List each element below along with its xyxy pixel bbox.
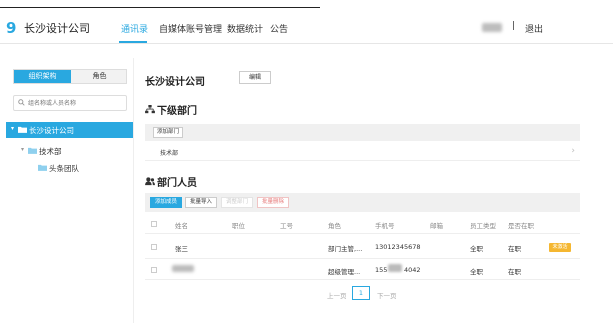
sub-dept-name: 技术部 — [160, 150, 179, 157]
table-divider — [145, 258, 580, 259]
expand-arrow-icon[interactable]: ▾ — [21, 146, 24, 153]
nav-active-indicator — [119, 41, 147, 43]
tree-item-label: 技术部 — [39, 147, 62, 156]
main-panel: 长沙设计公司 编辑 下级部门 添加部门 — [135, 58, 613, 323]
member-phone-redacted — [388, 264, 402, 272]
nav-announcements[interactable]: 公告 — [270, 22, 288, 35]
tree-item-company[interactable]: ▾ 长沙设计公司 — [6, 122, 133, 138]
member-type: 全职 — [470, 268, 483, 276]
col-header-name: 姓名 — [175, 222, 188, 230]
col-header-phone: 手机号 — [375, 222, 395, 230]
col-header-position: 职位 — [232, 222, 245, 230]
tab-roles[interactable]: 角色 — [71, 70, 128, 83]
batch-delete-button[interactable]: 批量删除 — [257, 197, 290, 208]
select-all-checkbox[interactable] — [151, 221, 157, 227]
folder-icon — [18, 126, 27, 133]
folder-icon — [28, 147, 37, 154]
members-heading: 部门人员 — [145, 174, 197, 189]
nav-media-accounts[interactable]: 自媒体账号管理 — [159, 22, 222, 35]
logout-link[interactable]: 退出 — [525, 22, 543, 35]
member-phone-prefix: 155 — [375, 266, 388, 274]
inactive-badge: 未激活 — [549, 243, 571, 252]
nav-contacts[interactable]: 通讯录 — [121, 22, 148, 35]
member-name: 张三 — [175, 245, 188, 253]
member-phone-suffix: 4042 — [404, 266, 421, 274]
user-name-redacted[interactable] — [482, 23, 502, 32]
next-page-link[interactable]: 下一页 — [377, 290, 397, 300]
org-tree-icon — [145, 105, 155, 114]
members-title: 部门人员 — [157, 178, 197, 189]
company-name: 长沙设计公司 — [24, 22, 90, 35]
table-divider — [145, 279, 580, 280]
expand-arrow-icon[interactable]: ▾ — [11, 125, 14, 132]
member-status: 在职 — [508, 268, 521, 276]
col-header-role: 角色 — [328, 222, 341, 230]
member-type: 全职 — [470, 245, 483, 253]
edit-button[interactable]: 编辑 — [239, 71, 271, 84]
member-phone: 13012345678 — [375, 243, 421, 251]
nav-statistics[interactable]: 数据统计 — [227, 22, 263, 35]
top-header: 9 长沙设计公司 通讯录 自媒体账号管理 数据统计 公告 | 退出 — [0, 14, 613, 44]
search-box[interactable] — [13, 95, 127, 111]
col-header-email: 邮箱 — [430, 222, 443, 230]
app-logo[interactable]: 9 — [6, 19, 16, 37]
tree-item-label: 头条团队 — [49, 164, 79, 173]
users-icon — [145, 177, 155, 186]
adjust-dept-button[interactable]: 调整部门 — [221, 197, 254, 208]
table-divider — [145, 233, 580, 234]
col-header-type: 员工类型 — [470, 222, 496, 230]
top-divider-line — [0, 7, 320, 8]
tab-org-structure[interactable]: 组织架构 — [14, 70, 71, 83]
prev-page-link[interactable]: 上一页 — [327, 290, 347, 300]
sidebar: 组织架构 角色 ▾ 长沙设计公司 ▾ 技术部 头条团队 — [0, 58, 134, 323]
batch-import-button[interactable]: 批量导入 — [185, 197, 218, 208]
current-page[interactable]: 1 — [352, 286, 370, 300]
row-checkbox[interactable] — [151, 244, 157, 250]
member-name-redacted — [172, 265, 194, 272]
header-separator: | — [512, 21, 516, 31]
add-dept-button[interactable]: 添加部门 — [153, 127, 184, 138]
member-role: 超级管理... — [328, 268, 361, 276]
col-header-status: 是否在职 — [508, 222, 534, 230]
sub-dept-title: 下级部门 — [157, 106, 197, 117]
folder-icon — [38, 164, 47, 171]
chevron-right-icon: › — [571, 146, 575, 156]
page-title: 长沙设计公司 — [145, 77, 205, 88]
search-input[interactable] — [28, 98, 124, 108]
col-header-id: 工号 — [280, 222, 293, 230]
member-role: 部门主管,... — [328, 245, 363, 253]
sidebar-tabs: 组织架构 角色 — [13, 69, 127, 84]
add-member-button[interactable]: 添加成员 — [150, 197, 183, 208]
sub-dept-toolbar: 添加部门 — [145, 124, 580, 141]
member-status: 在职 — [508, 245, 521, 253]
sub-dept-row[interactable]: 技术部 › — [145, 142, 580, 161]
row-checkbox[interactable] — [151, 267, 157, 273]
tree-item-label: 长沙设计公司 — [29, 126, 74, 135]
search-icon — [18, 99, 25, 106]
sub-dept-heading: 下级部门 — [145, 102, 197, 117]
